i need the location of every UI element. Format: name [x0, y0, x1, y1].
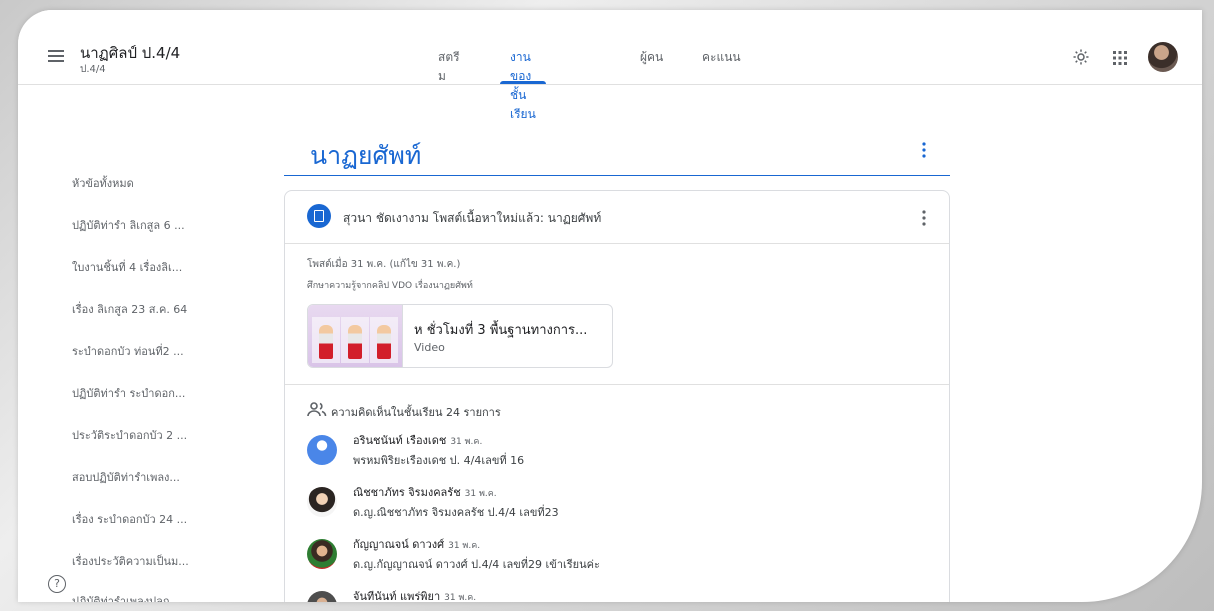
more-vert-icon[interactable]	[921, 141, 927, 159]
video-thumbnail	[308, 305, 403, 367]
people-icon	[307, 402, 327, 417]
posted-date: โพสต์เมื่อ 31 พ.ค. (แก้ไข 31 พ.ค.)	[307, 259, 461, 270]
avatar	[307, 591, 337, 602]
topic-divider	[284, 175, 950, 176]
comment-text: พรหมพิริยะเรืองเดช ป. 4/4เลขที่ 16	[353, 454, 525, 467]
avatar	[307, 539, 337, 569]
classroom-window: นาฏศิลป์ ป.4/4 ป.4/4 สตรีม งานของชั้นเรี…	[18, 10, 1202, 602]
sidebar-item[interactable]: สอบปฏิบัติท่ารำเพลง...	[72, 468, 180, 486]
material-card-header[interactable]: สุวนา ชัดเงางาม โพสต์เนื้อหาใหม่แล้ว: นา…	[285, 191, 949, 244]
avatar	[307, 435, 337, 465]
sidebar-item[interactable]: ประวัติระบำดอกบัว 2 ...	[72, 426, 187, 444]
comment-text: ด.ญ.กัญญาณจน์ ดาวงศ์ ป.4/4 เลขที่29 เข้า…	[353, 558, 600, 571]
video-attachment[interactable]: ห ชั่วโมงที่ 3 พื้นฐานทางการ... Video	[307, 304, 613, 368]
tab-grades[interactable]: คะแนน	[702, 48, 741, 84]
attachment-type: Video	[414, 341, 445, 354]
sidebar-item[interactable]: ใบงานชิ้นที่ 4 เรื่องลิเ...	[72, 258, 182, 276]
post-description: ศึกษาความรู้จากคลิป VDO เรื่องนาฏยศัพท์	[307, 281, 473, 291]
help-icon[interactable]: ?	[48, 575, 66, 593]
sidebar-item[interactable]: ปฏิบัติท่ารำเพลงปลุก...	[72, 592, 180, 602]
class-section: ป.4/4	[80, 64, 106, 75]
sidebar-item[interactable]: เรื่อง ระบำดอกบัว 24 ...	[72, 510, 187, 528]
topics-sidebar: หัวข้อทั้งหมด ปฏิบัติท่ารำ ลิเกสูล 6 ...…	[18, 84, 278, 602]
comment-author: กัญญาณจน์ ดาวงศ์	[353, 538, 445, 551]
comment-author: อรินชนันท์ เรืองเดช	[353, 434, 447, 447]
class-comments-count[interactable]: ความคิดเห็นในชั้นเรียน 24 รายการ	[331, 403, 501, 421]
comment-date: 31 พ.ค.	[450, 437, 483, 447]
sidebar-item[interactable]: ปฏิบัติท่ารำ ลิเกสูล 6 ...	[72, 216, 185, 234]
topic-title: นาฏยศัพท์	[310, 141, 422, 170]
comment-item: อรินชนันท์ เรืองเดช 31 พ.ค. พรหมพิริยะเรื…	[307, 431, 927, 475]
comment-text: ด.ญ.ณิชชาภัทร จิรมงคลรัช ป.4/4 เลขที่23	[353, 506, 559, 519]
material-icon	[307, 204, 331, 228]
more-vert-icon[interactable]	[921, 209, 927, 227]
comment-date: 31 พ.ค.	[444, 593, 477, 602]
post-header: สุวนา ชัดเงางาม โพสต์เนื้อหาใหม่แล้ว: นา…	[343, 211, 602, 225]
sidebar-item-all-topics[interactable]: หัวข้อทั้งหมด	[72, 174, 134, 192]
tab-stream[interactable]: สตรีม	[438, 48, 460, 84]
comment-author: จันทีนันท์ แพร่พิยา	[353, 590, 441, 602]
comment-date: 31 พ.ค.	[464, 489, 497, 499]
account-avatar[interactable]	[1148, 42, 1178, 72]
sidebar-item[interactable]: ระบำดอกบัว ท่อนที่2 ...	[72, 342, 184, 360]
menu-icon[interactable]	[48, 50, 64, 64]
comment-item: จันทีนันท์ แพร่พิยา 31 พ.ค.	[307, 587, 927, 602]
comment-date: 31 พ.ค.	[448, 541, 481, 551]
top-app-bar: นาฏศิลป์ ป.4/4 ป.4/4 สตรีม งานของชั้นเรี…	[18, 10, 1202, 121]
divider	[285, 384, 949, 385]
sidebar-item[interactable]: เรื่อง ลิเกสูล 23 ส.ค. 64	[72, 300, 187, 318]
tab-classwork[interactable]: งานของชั้นเรียน	[500, 48, 546, 121]
sidebar-item[interactable]: เรื่องประวัติความเป็นม...	[72, 552, 189, 570]
material-card: สุวนา ชัดเงางาม โพสต์เนื้อหาใหม่แล้ว: นา…	[284, 190, 950, 602]
gear-icon[interactable]	[1072, 48, 1090, 66]
avatar	[307, 487, 337, 517]
apps-grid-icon[interactable]	[1112, 50, 1128, 66]
comment-author: ณิชชาภัทร จิรมงคลรัช	[353, 486, 461, 499]
comment-item: กัญญาณจน์ ดาวงศ์ 31 พ.ค. ด.ญ.กัญญาณจน์ ดา…	[307, 535, 927, 579]
comment-item: ณิชชาภัทร จิรมงคลรัช 31 พ.ค. ด.ญ.ณิชชาภัท…	[307, 483, 927, 527]
attachment-title: ห ชั่วโมงที่ 3 พื้นฐานทางการ...	[414, 323, 588, 338]
tab-people[interactable]: ผู้คน	[640, 48, 663, 84]
sidebar-item[interactable]: ปฏิบัติท่ารำ ระบำดอก...	[72, 384, 185, 402]
